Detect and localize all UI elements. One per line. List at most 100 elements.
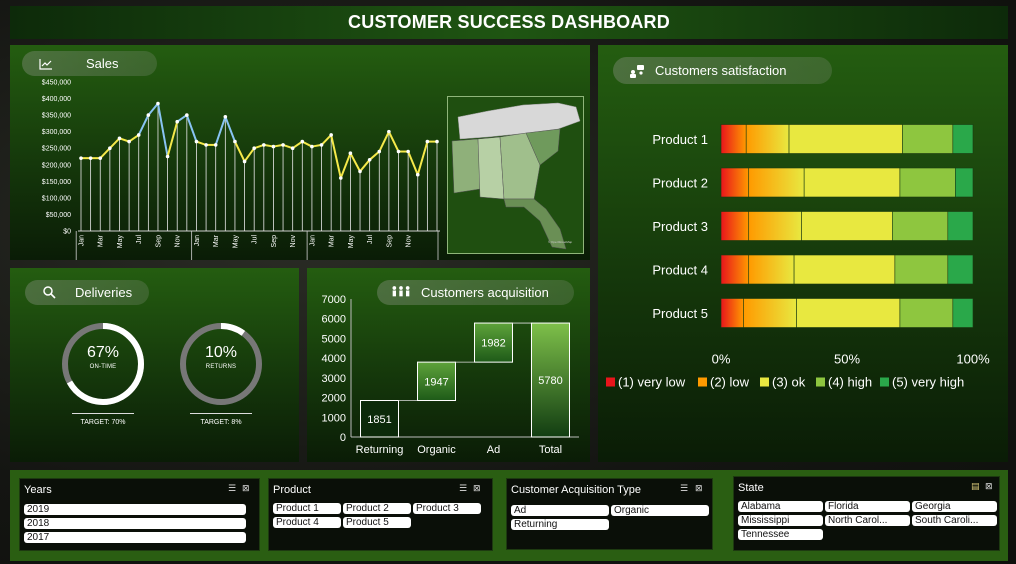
clear-filter-icon[interactable]: ⊠ [985,482,993,492]
sales-y-tick: $150,000 [42,179,71,186]
satisfaction-bar-segment [894,254,949,285]
slicer-item-returning[interactable]: Returning [511,519,609,530]
years-slicer: Years ☰ ⊠ 2019 2018 2017 [19,478,260,551]
sales-line-segment [147,102,159,116]
sales-line-segment [339,152,352,179]
sales-month-label: Jan [194,235,201,246]
slicer-item-ad[interactable]: Ad [511,505,609,516]
multi-select-icon[interactable]: ▤ [971,482,980,492]
sales-point [425,139,430,144]
sales-point [213,143,218,147]
sales-point [108,146,112,151]
satisfaction-category-label: Product 1 [652,132,708,147]
sales-y-tick: $200,000 [42,162,71,169]
slicer-item-2019[interactable]: 2019 [24,504,246,515]
satisfaction-category-label: Product 2 [652,176,708,191]
slicer-item-alabama[interactable]: Alabama [738,501,823,512]
satisfaction-bar-segment [720,298,744,328]
slicer-item-product-3[interactable]: Product 3 [413,503,481,514]
sales-y-tick: $300,000 [42,129,71,136]
satisfaction-bar-segment [952,298,974,328]
satisfaction-bar-segment [720,124,747,154]
sales-month-label: Mar [329,234,336,247]
satisfaction-bar-segment [952,124,974,154]
multi-select-icon[interactable]: ☰ [680,484,688,494]
sales-line-segment [378,131,390,152]
slicer-item-north-carolina[interactable]: North Carol... [825,515,910,526]
sales-point [146,113,151,117]
sales-line-segment [349,152,361,172]
acquisition-category-label: Organic [417,444,456,456]
sales-point [396,149,401,154]
satisfaction-legend-swatch [606,377,615,387]
acquisition-y-tick: 5000 [322,333,346,345]
slicer-item-organic[interactable]: Organic [611,505,709,516]
sales-month-label: May [117,235,124,249]
slicer-item-mississippi[interactable]: Mississippi [738,515,823,526]
satisfaction-bar-segment [947,211,974,241]
satisfaction-bar-segment [720,254,750,285]
slicer-item-product-2[interactable]: Product 2 [343,503,411,514]
satisfaction-panel: Customers satisfaction Product 1 Product … [598,45,1008,462]
multi-select-icon[interactable]: ☰ [459,484,467,494]
sales-y-tick: $100,000 [42,195,71,202]
us-southeast-map-icon: © OpenStreetMap [451,102,581,250]
acquisition-category-label: Returning [356,444,404,456]
slicer-item-product-4[interactable]: Product 4 [273,517,341,528]
sales-month-label: Mar [213,234,220,247]
sales-map[interactable]: © OpenStreetMap [447,96,584,254]
satisfaction-bar-segment [743,298,797,328]
feedback-icon [627,61,647,81]
clear-filter-icon[interactable]: ⊠ [695,484,703,494]
slicer-item-2018[interactable]: 2018 [24,518,246,529]
satisfaction-legend-swatch [698,377,707,387]
slicer-item-2017[interactable]: 2017 [24,532,246,543]
slicer-item-florida[interactable]: Florida [825,501,910,512]
slicer-item-product-5[interactable]: Product 5 [343,517,411,528]
sales-line-segment [137,114,150,136]
satisfaction-bar-segment [801,211,893,241]
sales-month-label: Jul [136,235,143,244]
slicer-item-south-carolina[interactable]: South Caroli... [912,515,997,526]
returns-target: TARGET: 8% [190,413,252,426]
satisfaction-bar-segment [902,124,954,154]
satisfaction-bar-segment [748,167,805,198]
clear-filter-icon[interactable]: ⊠ [242,484,250,494]
slicers-bar: Years ☰ ⊠ 2019 2018 2017 Product ☰ ⊠ Pro… [10,470,1008,561]
sales-month-label: Nov [175,235,182,248]
sales-y-tick: $400,000 [42,96,71,103]
acquisition-bar-label: 1851 [367,414,391,426]
sales-line-segment [224,116,236,142]
satisfaction-bar-segment [899,298,954,328]
sales-point [194,139,199,144]
sales-point [136,133,141,137]
sales-point [358,169,362,174]
slicer-item-product-1[interactable]: Product 1 [273,503,341,514]
sales-month-label: May [348,235,355,249]
sales-line-segment [156,103,169,157]
acquisition-y-tick: 6000 [322,314,346,326]
multi-select-icon[interactable]: ☰ [228,484,236,494]
sales-point [290,146,295,151]
sales-y-tick: $350,000 [42,113,71,120]
clear-filter-icon[interactable]: ⊠ [473,484,481,494]
sales-line-segment [359,159,371,173]
sales-point [406,149,410,154]
sales-line-segment [407,151,419,176]
satisfaction-legend-label: (2) low [710,375,750,390]
satisfaction-category-label: Product 3 [652,219,708,234]
returns-pct: 10% [204,344,238,361]
satisfaction-bar-segment [720,211,750,241]
sales-line-segment [234,141,246,162]
slicer-item-tennessee[interactable]: Tennessee [738,529,823,540]
deliveries-panel: Deliveries 67% ON-TIME TARGET: 70% 10% R… [10,268,299,462]
slicer-item-georgia[interactable]: Georgia [912,501,997,512]
sales-line-segment [214,116,227,146]
acquisition-type-slicer-title: Customer Acquisition Type [511,484,642,496]
sales-point [310,144,314,149]
sales-point [435,139,439,144]
years-slicer-title: Years [24,484,52,496]
sales-line-segment [185,114,198,142]
product-slicer: Product ☰ ⊠ Product 1 Product 2 Product … [268,478,493,551]
satisfaction-category-label: Product 5 [652,306,708,321]
